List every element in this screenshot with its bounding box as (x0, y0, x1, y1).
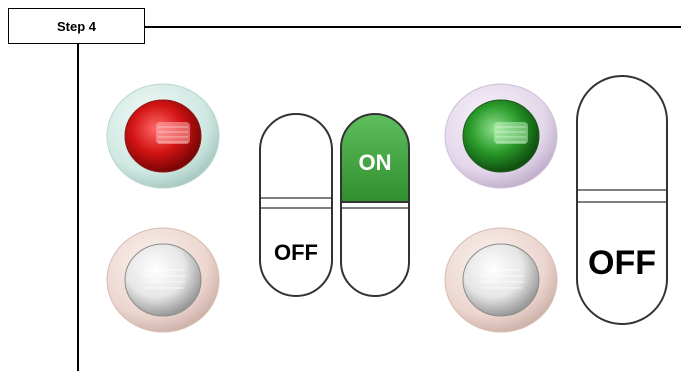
right-switch-off-label: OFF (588, 244, 656, 282)
left-divider-line (77, 44, 79, 371)
left-toggle-switch[interactable]: OFF (258, 112, 334, 298)
right-toggle-switch[interactable]: OFF (575, 74, 669, 326)
middle-switch-on-label: ON (359, 150, 392, 175)
green-indicator-lamp (442, 82, 560, 190)
left-switch-off-label: OFF (274, 240, 318, 265)
middle-toggle-switch[interactable]: ON (339, 112, 411, 298)
top-divider-line (145, 26, 681, 28)
step-label-box: Step 4 (8, 8, 145, 44)
white-indicator-lamp-left (104, 226, 222, 334)
white-indicator-lamp-right (442, 226, 560, 334)
red-indicator-lamp (104, 82, 222, 190)
step-label: Step 4 (56, 18, 96, 34)
step-diagram: Step 4 OFF ON OFF (0, 0, 681, 371)
